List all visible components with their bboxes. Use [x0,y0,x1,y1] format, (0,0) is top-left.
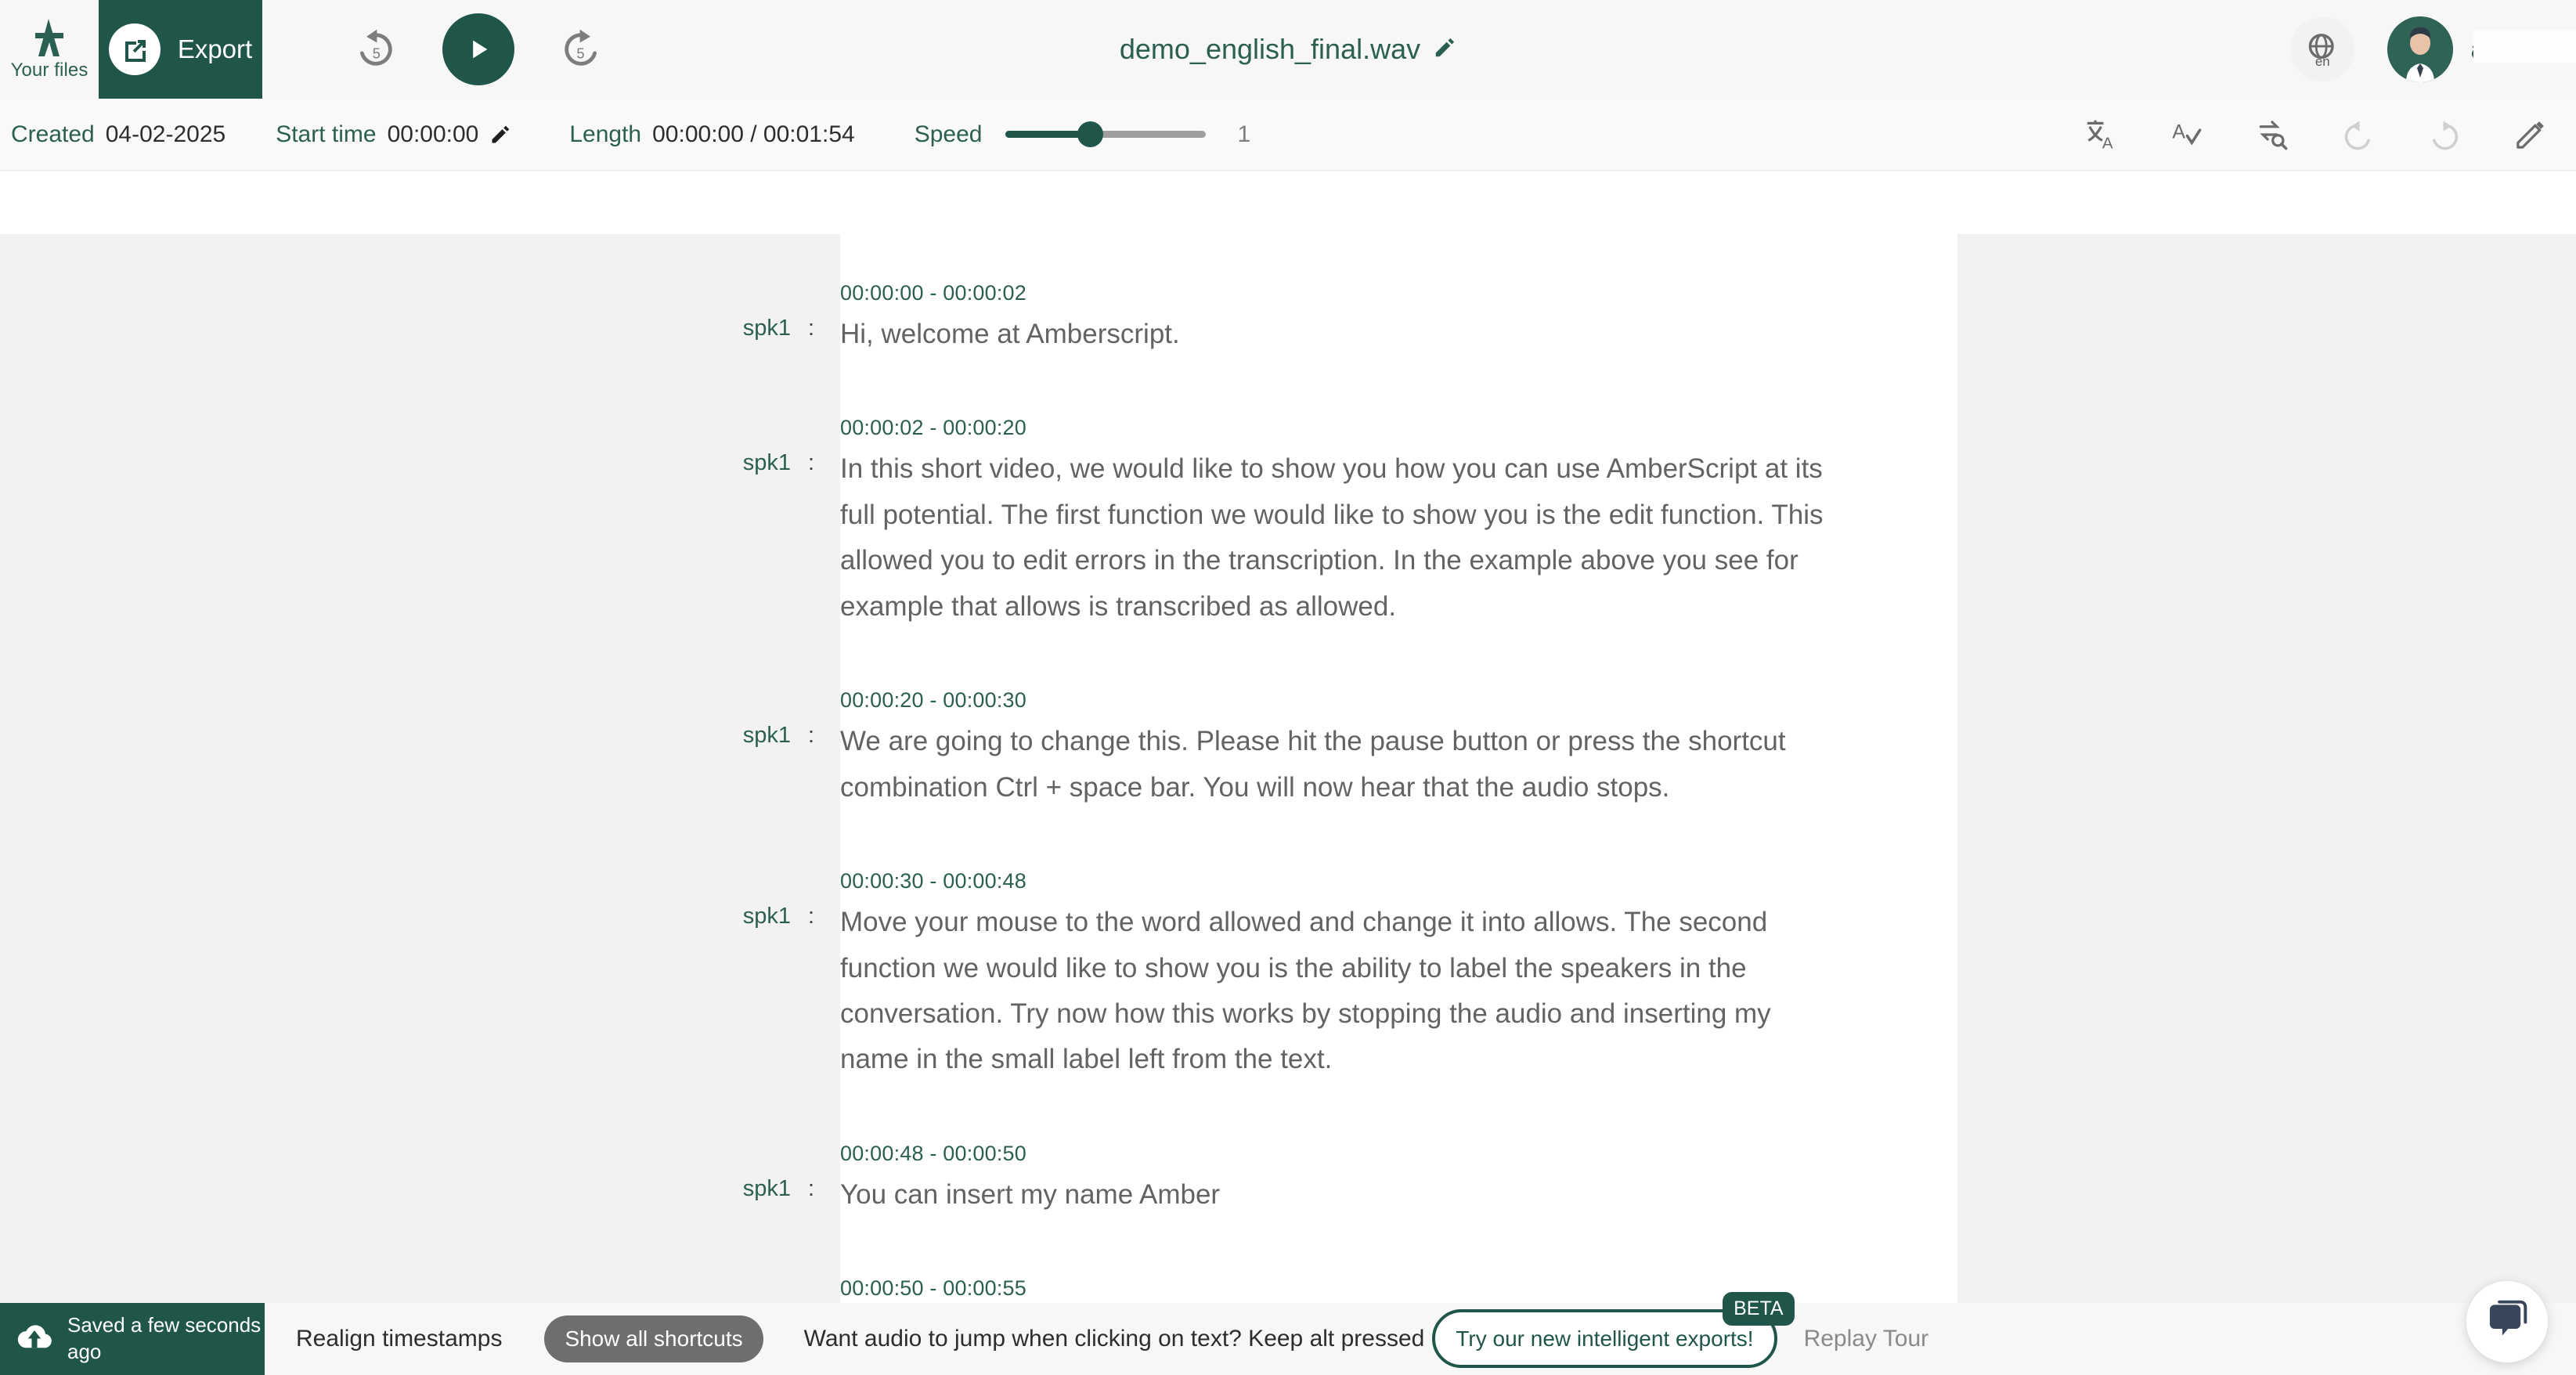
translate-icon[interactable]: A [2081,116,2119,153]
length-meta: Length 00:00:00 / 00:01:54 [569,121,854,148]
created-label: Created [11,121,95,147]
segment-speaker-label[interactable]: spk1 [0,688,791,810]
segment-text[interactable]: You can insert my name Amber [840,1172,1824,1218]
segment-speaker-label[interactable]: spk1 [0,1276,791,1306]
meta-toolbar: Created 04-02-2025 Start time 00:00:00 L… [0,99,2576,171]
created-meta: Created 04-02-2025 [11,121,225,148]
svg-text:A: A [2172,121,2185,143]
account-area: en ail.com [2290,0,2576,99]
segment-timestamp[interactable]: 00:00:00 - 00:00:02 [840,281,1824,305]
start-time-value: 00:00:00 [387,121,479,147]
segment-speaker-label[interactable]: spk1 [0,869,791,1083]
start-time-label: Start time [276,121,377,147]
app-root: Your files Export 5 5 demo_english_final… [0,0,2576,1375]
segment-colon: : [808,904,815,929]
segment-timestamp[interactable]: 00:00:30 - 00:00:48 [840,869,1824,893]
length-label: Length [569,121,642,147]
transcript-segment[interactable]: spk1: 00:00:02 - 00:00:20 In this short vi… [0,416,1957,630]
segment-text[interactable]: We are going to change this. Please hit … [840,719,1824,810]
save-status-label: Saved a few seconds ago [67,1313,262,1363]
beta-badge: BETA [1723,1292,1795,1326]
speed-value: 1 [1237,121,1251,147]
svg-text:A: A [2102,134,2113,151]
segment-text[interactable]: Move your mouse to the word allowed and … [840,900,1824,1083]
chat-support-button[interactable] [2466,1281,2548,1362]
your-files-button[interactable]: Your files [0,0,99,99]
transcript-panel[interactable]: spk1: 00:00:00 - 00:00:02 Hi, welcome at A… [0,234,1957,1306]
save-status-chip[interactable]: Saved a few seconds ago [0,1303,265,1375]
intelligent-exports-promo: Try our new intelligent exports! BETA [1432,1292,1795,1368]
export-label: Export [177,34,253,63]
export-button[interactable]: Export [99,0,262,99]
editor-tools: A A [2081,116,2549,153]
segment-body: 00:00:20 - 00:00:30 We are going to chang… [840,688,1957,810]
rewind-5-icon[interactable]: 5 [350,23,402,75]
segment-speaker-label[interactable]: spk1 [0,416,791,630]
user-avatar[interactable] [2387,16,2454,82]
transcript-segment[interactable]: spk1: 00:00:30 - 00:00:48 Move your mouse … [0,869,1957,1083]
language-code-label: en [2315,54,2330,69]
transcript-segment[interactable]: spk1:00:00:50 - 00:00:55After this you w… [0,1276,1957,1306]
svg-text:5: 5 [373,45,381,61]
speed-control: Speed 1 [915,121,1250,148]
segment-timestamp[interactable]: 00:00:20 - 00:00:30 [840,688,1824,713]
segment-timestamp[interactable]: 00:00:50 - 00:00:55 [840,1276,1824,1301]
segment-body: 00:00:30 - 00:00:48 Move your mouse to th… [840,869,1957,1083]
segment-timestamp[interactable]: 00:00:02 - 00:00:20 [840,416,1824,440]
speed-label: Speed [914,121,983,147]
language-globe-icon[interactable]: en [2290,17,2355,81]
transcript-segment[interactable]: spk1:00:00:20 - 00:00:30 We are going to … [0,688,1957,810]
segment-speaker-label[interactable]: spk1 [0,281,791,357]
rename-title-pencil-icon[interactable] [1433,36,1456,63]
segment-colon: : [808,723,815,749]
cloud-upload-icon [16,1320,53,1359]
edit-mode-pencil-icon[interactable] [2512,116,2549,153]
undo-icon[interactable] [2340,116,2377,153]
replay-tour-button[interactable]: Replay Tour [1804,1326,1929,1352]
chat-bubble-icon [2486,1299,2528,1345]
redo-icon[interactable] [2426,116,2463,153]
length-value: 00:00:00 / 00:01:54 [652,121,855,147]
export-icon [108,23,161,75]
speed-slider-thumb[interactable] [1077,121,1103,147]
spellcheck-icon[interactable]: A [2167,116,2205,153]
realign-timestamps-button[interactable]: Realign timestamps [296,1326,502,1352]
email-redaction-overlay [2473,30,2576,63]
start-time-meta: Start time 00:00:00 [276,121,511,148]
top-toolbar: Your files Export 5 5 demo_english_final… [0,0,2576,99]
transcript-segment[interactable]: spk1: 00:00:48 - 00:00:50 You can insert m… [0,1142,1957,1218]
segment-colon: : [808,316,815,341]
segment-colon: : [791,1276,840,1306]
segment-body: 00:00:48 - 00:00:50 You can insert my nam… [840,1142,1957,1218]
segment-colon: : [808,1175,815,1201]
forward-5-icon[interactable]: 5 [555,23,607,75]
segment-colon: : [808,450,815,476]
segment-timestamp[interactable]: 00:00:48 - 00:00:50 [840,1142,1824,1166]
segment-text[interactable]: Hi, welcome at Amberscript. [840,312,1824,357]
playback-controls: 5 5 [350,13,607,85]
segment-speaker-label[interactable]: spk1 [0,1142,791,1218]
alt-click-hint: Want audio to jump when clicking on text… [803,1326,1425,1352]
created-value: 04-02-2025 [105,121,226,147]
edit-start-time-pencil-icon[interactable] [489,124,511,146]
transcript-segment[interactable]: spk1: 00:00:00 - 00:00:02 Hi, welcome at A… [0,281,1957,357]
svg-text:5: 5 [576,45,584,61]
find-replace-icon[interactable] [2253,116,2291,153]
amberscript-logo-icon [27,17,71,58]
speed-slider[interactable] [1005,121,1207,147]
show-shortcuts-button[interactable]: Show all shortcuts [544,1315,763,1362]
content-top-strip [0,171,2576,234]
bottom-status-bar: Saved a few seconds ago Realign timestam… [0,1281,2576,1375]
document-title: demo_english_final.wav [1119,33,1421,65]
account-email[interactable]: ail.com [2470,30,2576,64]
your-files-label: Your files [10,60,88,81]
segment-body: 00:00:00 - 00:00:02 Hi, welcome at Ambers… [840,281,1957,357]
transcript-segment-list: spk1: 00:00:00 - 00:00:02 Hi, welcome at A… [0,234,1957,1306]
segment-body: 00:00:02 - 00:00:20 In this short video, … [840,416,1957,630]
play-button[interactable] [442,13,514,85]
segment-text[interactable]: In this short video, we would like to sh… [840,446,1824,630]
